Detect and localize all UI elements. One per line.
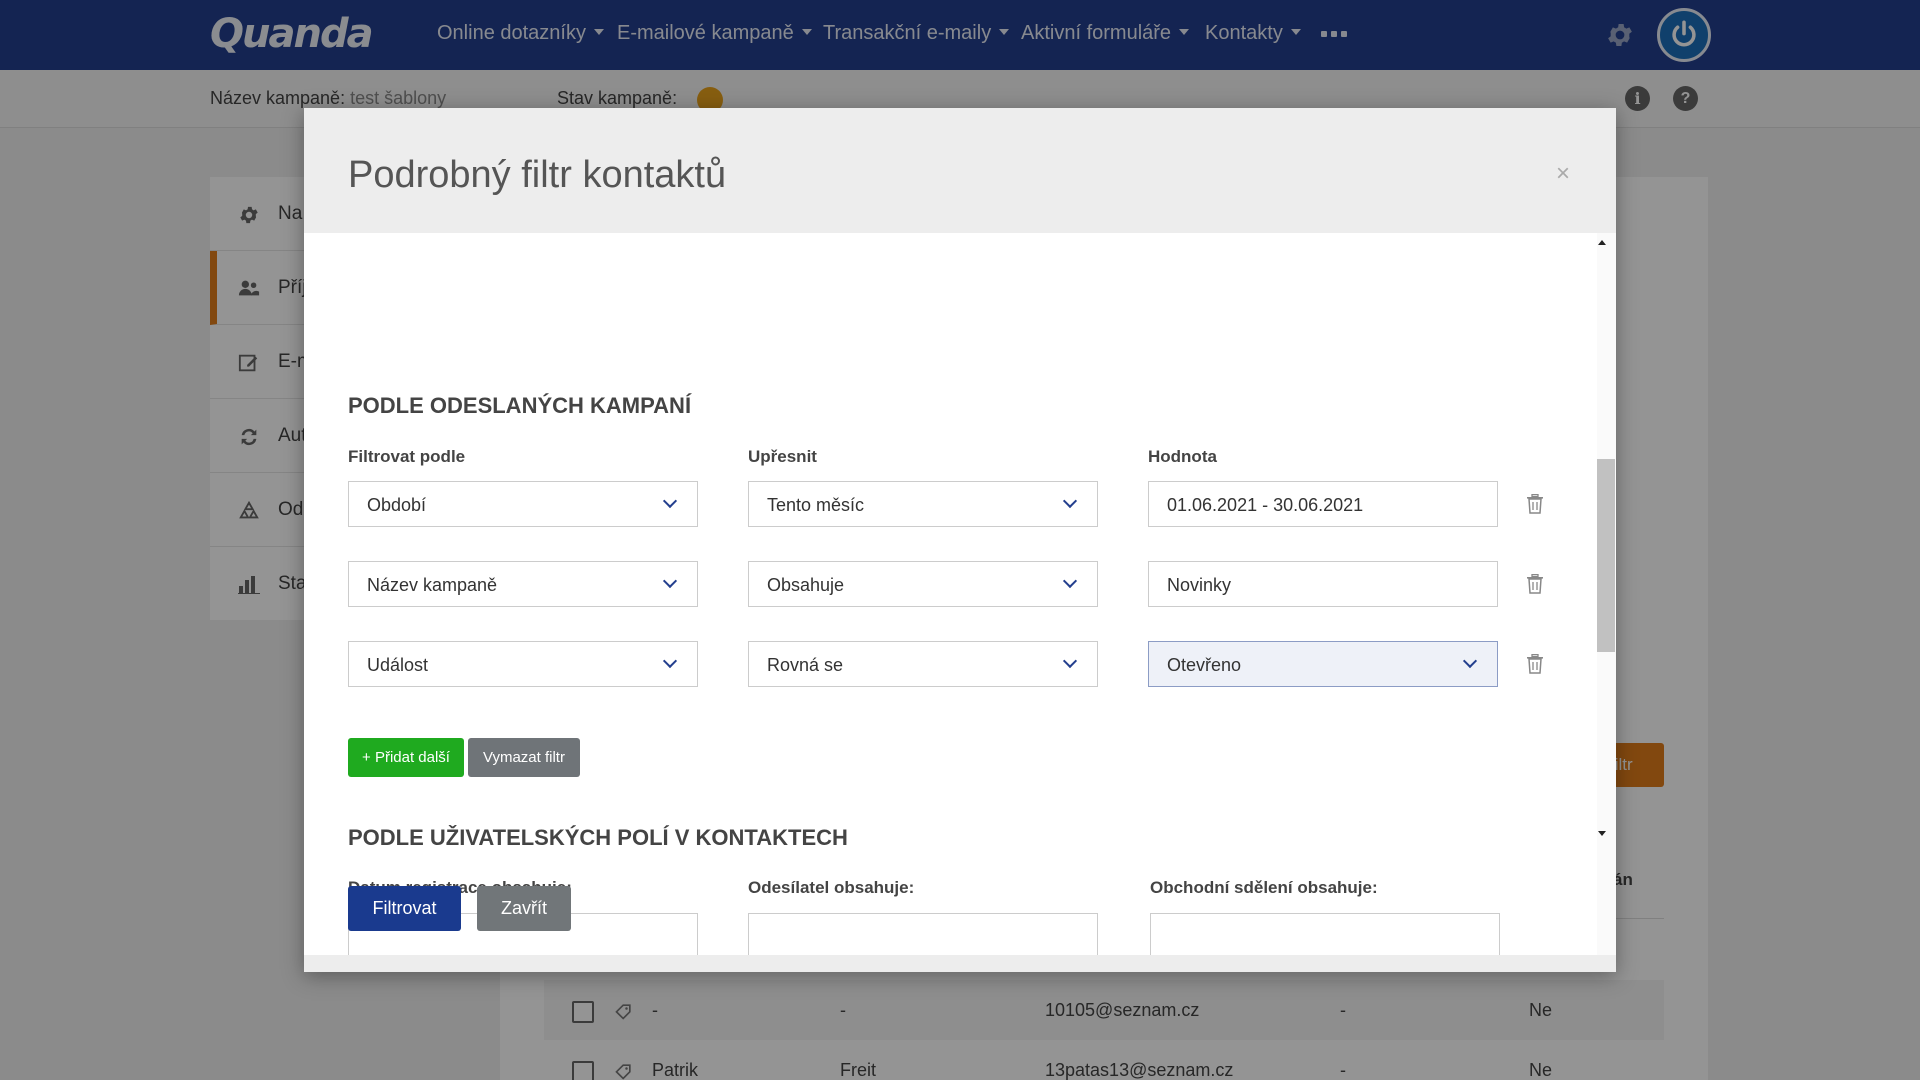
field-label-commercial-message: Obchodní sdělení obsahuje:	[1150, 878, 1378, 897]
chevron-down-icon	[1062, 573, 1078, 589]
refine-select-equals[interactable]: Rovná se	[748, 641, 1098, 687]
select-value: Otevřeno	[1167, 655, 1242, 675]
filter-select-event[interactable]: Událost	[348, 641, 698, 687]
close-modal-button[interactable]: Zavřít	[477, 886, 571, 931]
contact-filter-modal: Podrobný filtr kontaktů × PODLE ODESLANÝ…	[304, 108, 1616, 972]
scroll-down-arrow-icon[interactable]	[1598, 831, 1606, 836]
value-input-date-range[interactable]: 01.06.2021 - 30.06.2021	[1148, 481, 1498, 527]
select-value: Obsahuje	[767, 575, 845, 595]
add-filter-button[interactable]: + Přidat další	[348, 738, 464, 777]
chevron-down-icon	[662, 493, 678, 509]
chevron-down-icon	[1462, 653, 1478, 669]
chevron-down-icon	[1062, 493, 1078, 509]
filter-select-period[interactable]: Období	[348, 481, 698, 527]
close-icon[interactable]: ×	[1556, 160, 1570, 188]
modal-header: Podrobný filtr kontaktů ×	[304, 108, 1616, 233]
chevron-down-icon	[1062, 653, 1078, 669]
select-value: Tento měsíc	[767, 495, 865, 515]
scrollbar-thumb[interactable]	[1597, 459, 1615, 652]
commercial-message-input[interactable]	[1150, 913, 1500, 955]
filter-submit-button[interactable]: Filtrovat	[348, 886, 461, 931]
sender-input[interactable]	[748, 913, 1098, 955]
select-value: Událost	[367, 655, 429, 675]
chevron-down-icon	[662, 653, 678, 669]
trash-icon[interactable]	[1526, 574, 1544, 594]
chevron-down-icon	[662, 573, 678, 589]
scroll-up-arrow-icon[interactable]	[1598, 240, 1606, 245]
value-select-opened[interactable]: Otevřeno	[1148, 641, 1498, 687]
select-value: Období	[367, 495, 427, 515]
trash-icon[interactable]	[1526, 494, 1544, 514]
column-label-value: Hodnota	[1148, 447, 1217, 466]
column-label-filter: Filtrovat podle	[348, 447, 466, 466]
section-title-custom-fields: PODLE UŽIVATELSKÝCH POLÍ V KONTAKTECH	[348, 825, 848, 850]
modal-title: Podrobný filtr kontaktů	[348, 154, 727, 196]
refine-select-contains[interactable]: Obsahuje	[748, 561, 1098, 607]
filter-select-campaign-name[interactable]: Název kampaně	[348, 561, 698, 607]
section-title-campaigns: PODLE ODESLANÝCH KAMPANÍ	[348, 393, 692, 418]
field-label-sender: Odesílatel obsahuje:	[748, 878, 915, 897]
trash-icon[interactable]	[1526, 654, 1544, 674]
clear-filter-button[interactable]: Vymazat filtr	[468, 738, 580, 777]
column-label-refine: Upřesnit	[748, 447, 817, 466]
select-value: Název kampaně	[367, 575, 498, 595]
refine-select-this-month[interactable]: Tento měsíc	[748, 481, 1098, 527]
modal-body: PODLE ODESLANÝCH KAMPANÍ Filtrovat podle…	[304, 233, 1616, 955]
value-input-campaign-name[interactable]: Novinky	[1148, 561, 1498, 607]
select-value: Rovná se	[767, 655, 844, 675]
